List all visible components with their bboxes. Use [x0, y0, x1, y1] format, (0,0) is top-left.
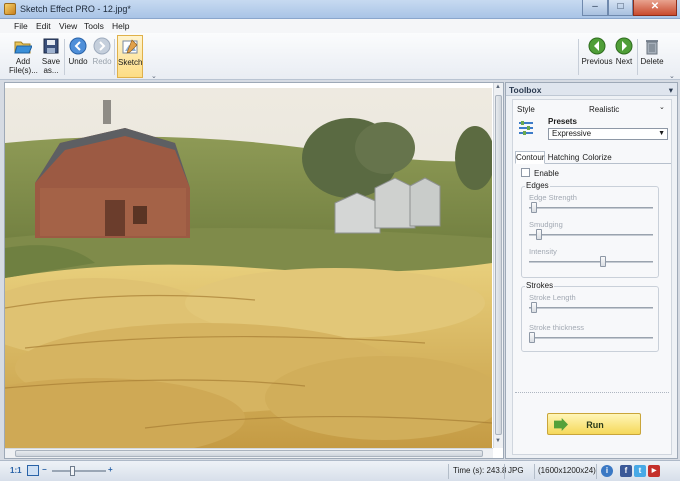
time-readout: Time (s): 243.8: [453, 466, 507, 475]
tab-colorize[interactable]: Colorize: [581, 151, 613, 164]
file-format: JPG: [508, 466, 524, 475]
title-bar: Sketch Effect PRO - 12.jpg* – □ ✕: [0, 0, 680, 19]
previous-button[interactable]: Previous: [581, 35, 613, 78]
status-divider: [448, 464, 449, 479]
menu-help[interactable]: Help: [112, 21, 129, 31]
tab-contour[interactable]: Contour: [515, 151, 545, 164]
delete-button[interactable]: Delete: [639, 35, 665, 78]
app-icon: [4, 3, 16, 15]
style-value[interactable]: Realistic: [589, 105, 619, 114]
redo-icon: [93, 37, 111, 55]
effect-tabs: Contour Hatching Colorize: [515, 150, 671, 164]
zoom-ratio[interactable]: 1:1: [10, 466, 22, 475]
toolbar-separator: [637, 39, 638, 75]
toolbar-expander-icon[interactable]: ⌄: [151, 72, 157, 80]
menu-view[interactable]: View: [59, 21, 77, 31]
presets-label: Presets: [548, 117, 577, 126]
status-divider: [504, 464, 505, 479]
minimize-button[interactable]: –: [582, 0, 608, 16]
enable-checkbox[interactable]: [521, 168, 530, 177]
window-title: Sketch Effect PRO - 12.jpg*: [20, 4, 131, 14]
zoom-out-icon[interactable]: −: [42, 465, 47, 474]
info-icon[interactable]: i: [601, 465, 613, 477]
undo-icon: [69, 37, 87, 55]
toolbox-panel: Toolbox ▾ Style Realistic ⌄ Presets Expr…: [505, 82, 678, 459]
toolbox-header: Toolbox ▾: [506, 83, 677, 96]
image-dimensions: (1600x1200x24): [538, 466, 596, 475]
open-folder-icon: [14, 41, 32, 54]
stroke-length-slider[interactable]: [531, 302, 538, 313]
presets-icon: [519, 121, 533, 135]
sketch-icon: [122, 39, 138, 54]
menu-bar: File Edit View Tools Help: [0, 19, 680, 33]
chevron-down-icon: ▼: [658, 130, 665, 137]
add-files-button[interactable]: Add File(s)...: [9, 35, 38, 78]
stroke-thickness-track: [529, 337, 653, 339]
status-divider: [596, 464, 597, 479]
toolbox-title: Toolbox: [509, 85, 542, 95]
toolbar-separator: [114, 39, 115, 75]
stroke-length-track: [529, 307, 653, 309]
undo-button[interactable]: Undo: [67, 35, 89, 78]
facebook-icon[interactable]: f: [620, 465, 632, 477]
toolbar-expander-icon[interactable]: ⌄: [669, 72, 675, 80]
vertical-scrollbar[interactable]: ▲ ▼: [493, 83, 503, 448]
panel-menu-icon[interactable]: ▾: [669, 85, 673, 96]
save-as-button[interactable]: Save as...: [39, 35, 63, 78]
maximize-button[interactable]: □: [608, 0, 633, 16]
close-button[interactable]: ✕: [633, 0, 677, 16]
toolbar-separator: [578, 39, 579, 75]
presets-select[interactable]: Expressive ▼: [548, 128, 668, 140]
zoom-slider-track: [52, 470, 106, 472]
sketch-button[interactable]: Sketch: [117, 35, 143, 78]
edge-strength-track: [529, 207, 653, 209]
previous-icon: [588, 37, 606, 55]
next-button[interactable]: Next: [613, 35, 635, 78]
trash-icon: [646, 40, 658, 55]
menu-edit[interactable]: Edit: [36, 21, 51, 31]
horizontal-scroll-thumb[interactable]: [15, 450, 483, 457]
strokes-group-title: Strokes: [525, 281, 555, 290]
zoom-slider[interactable]: [69, 466, 75, 476]
scroll-up-icon[interactable]: ▲: [495, 84, 501, 90]
enable-label: Enable: [534, 169, 559, 178]
sketch-preview-image: [5, 88, 492, 450]
floppy-icon: [43, 38, 59, 54]
twitter-icon[interactable]: t: [634, 465, 646, 477]
scroll-down-icon[interactable]: ▼: [495, 438, 501, 444]
smudging-slider[interactable]: [536, 229, 543, 240]
toolbar-separator: [64, 39, 65, 75]
intensity-slider[interactable]: [599, 256, 606, 267]
intensity-track: [529, 261, 653, 263]
horizontal-scrollbar[interactable]: [5, 448, 493, 458]
divider: [515, 392, 669, 393]
menu-file[interactable]: File: [14, 21, 28, 31]
status-bar: 1:1 − + Time (s): 243.8 JPG (1600x1200x2…: [0, 460, 680, 481]
run-button[interactable]: Run: [547, 413, 641, 435]
style-dropdown-icon[interactable]: ⌄: [659, 103, 665, 111]
tab-hatching[interactable]: Hatching: [546, 151, 581, 164]
youtube-icon[interactable]: ▶: [648, 465, 660, 477]
edge-strength-label: Edge Strength: [529, 193, 577, 202]
toolbox-body: Style Realistic ⌄ Presets Expressive ▼ C…: [512, 99, 672, 455]
fit-to-window-icon[interactable]: [27, 465, 39, 476]
status-divider: [534, 464, 535, 479]
stroke-thickness-slider[interactable]: [529, 332, 535, 343]
vertical-scroll-thumb[interactable]: [495, 95, 502, 435]
stroke-thickness-label: Stroke thickness: [529, 323, 585, 332]
smudging-label: Smudging: [529, 220, 563, 229]
menu-tools[interactable]: Tools: [84, 21, 104, 31]
style-label: Style: [517, 105, 535, 114]
zoom-in-icon[interactable]: +: [108, 465, 113, 474]
stroke-length-label: Stroke Length: [529, 293, 576, 302]
edges-group-title: Edges: [525, 181, 550, 190]
intensity-label: Intensity: [529, 247, 557, 256]
smudging-track: [529, 234, 653, 236]
edge-strength-slider[interactable]: [531, 202, 538, 213]
redo-button[interactable]: Redo: [91, 35, 113, 78]
next-icon: [615, 37, 633, 55]
toolbar: Add File(s)... Save as... Undo Redo Sket…: [0, 33, 680, 80]
